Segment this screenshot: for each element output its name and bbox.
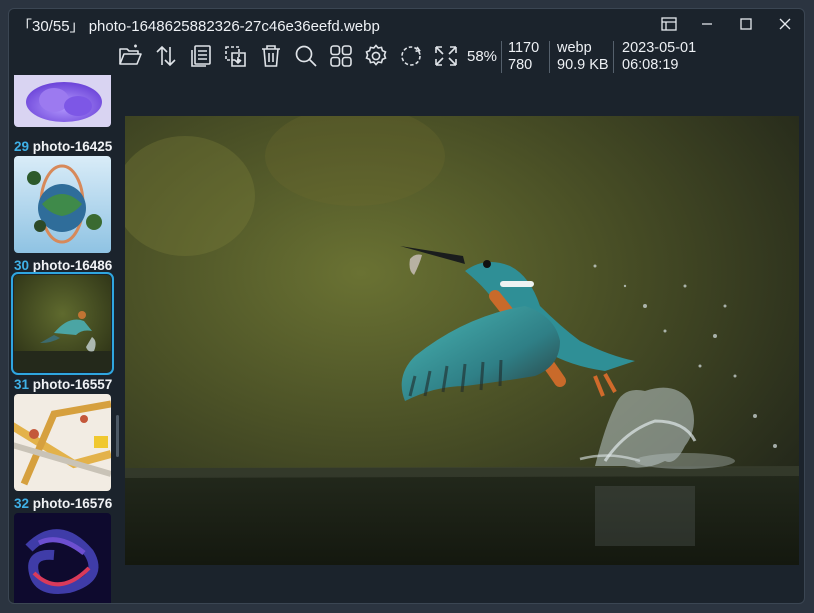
gallery-icon <box>329 45 352 67</box>
image-viewer-window: 「30/55」 photo-1648625882326-27c46e36eefd… <box>8 8 805 604</box>
file-date: 2023-05-01 <box>622 40 697 56</box>
tiny-planet-thumbnail <box>14 156 111 253</box>
thumbnail-name: photo-16576 <box>32 496 113 511</box>
info-divider <box>549 41 550 73</box>
image-width: 1170 <box>508 40 540 56</box>
maximize-button[interactable] <box>728 13 764 35</box>
settings-icon <box>364 44 387 66</box>
copy-button[interactable] <box>183 40 218 72</box>
maximize-icon <box>740 18 752 30</box>
fit-screen-button[interactable] <box>428 40 463 72</box>
thumbnail-image[interactable] <box>14 75 111 127</box>
move-icon <box>224 46 246 67</box>
layout-icon <box>661 17 677 31</box>
move-button[interactable] <box>218 40 253 72</box>
thumbnail-number: 29 <box>14 139 30 154</box>
thumbnail-image-selected[interactable] <box>11 272 114 375</box>
settings-button[interactable] <box>358 40 393 72</box>
image-viewer[interactable] <box>125 116 799 565</box>
info-divider <box>613 41 614 73</box>
dimensions-info: 1170 780 <box>508 40 539 74</box>
sort-icon <box>155 45 176 67</box>
info-divider <box>501 41 502 73</box>
file-format: webp <box>557 40 592 56</box>
window-title: 「30/55」 photo-1648625882326-27c46e36eefd… <box>17 18 380 35</box>
thumbnail-label[interactable]: 32 photo-16576 <box>14 496 113 511</box>
file-size: 90.9 KB <box>557 57 609 73</box>
minimize-button[interactable] <box>689 13 725 35</box>
thumbnail-name: photo-16486 <box>32 258 113 273</box>
abstract-purple-thumbnail <box>14 75 111 127</box>
date-info: 2023-05-01 06:08:19 <box>622 40 696 74</box>
zoom-icon <box>295 45 317 67</box>
file-info: webp 90.9 KB <box>557 40 609 74</box>
delete-button[interactable] <box>253 40 288 72</box>
open-folder-icon <box>118 44 142 65</box>
toolbar: 58% <box>113 39 497 73</box>
sort-button[interactable] <box>148 40 183 72</box>
zoom-level[interactable]: 58% <box>467 48 497 65</box>
thumbnail-strip[interactable]: 29 photo-16425 30 photo-16486 31 photo-1… <box>9 75 121 603</box>
thumbnail-number: 32 <box>14 496 30 511</box>
image-height: 780 <box>508 57 533 73</box>
rotate-icon <box>400 46 421 66</box>
title-bar[interactable]: 「30/55」 photo-1648625882326-27c46e36eefd… <box>9 9 804 39</box>
close-button[interactable] <box>767 13 803 35</box>
thumbnail-label[interactable]: 30 photo-16486 <box>14 258 113 273</box>
rotate-button[interactable] <box>393 40 428 72</box>
delete-icon <box>261 45 280 67</box>
thumbnail-number: 30 <box>14 258 30 273</box>
thumbnail-image[interactable] <box>14 394 111 491</box>
layout-toggle-button[interactable] <box>651 13 687 35</box>
thumbnail-scrollbar[interactable] <box>116 415 119 457</box>
fit-screen-icon <box>434 46 457 66</box>
zoom-button[interactable] <box>288 40 323 72</box>
thumbnail-name: photo-16557 <box>32 377 113 392</box>
copy-icon <box>190 45 211 67</box>
thumbnail-name: photo-16425 <box>32 139 113 154</box>
thumbnail-label[interactable]: 29 photo-16425 <box>14 139 113 154</box>
thumbnail-label[interactable]: 31 photo-16557 <box>14 377 113 392</box>
kingfisher-photo <box>125 116 799 565</box>
thumbnail-image[interactable] <box>14 513 111 603</box>
gallery-button[interactable] <box>323 40 358 72</box>
thumbnail-image[interactable] <box>14 156 111 253</box>
abstract-swirl-thumbnail <box>14 513 111 603</box>
file-time: 06:08:19 <box>622 57 679 73</box>
minimize-icon <box>702 23 712 25</box>
kingfisher-thumbnail <box>14 275 111 372</box>
close-icon <box>779 18 791 30</box>
railway-thumbnail <box>14 394 111 491</box>
thumbnail-number: 31 <box>14 377 30 392</box>
open-folder-button[interactable] <box>113 40 148 72</box>
